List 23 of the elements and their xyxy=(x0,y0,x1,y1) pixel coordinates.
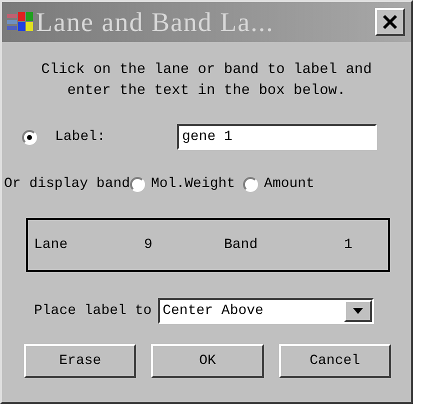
window-title: Lane and Band La... xyxy=(36,6,275,38)
label-radio[interactable] xyxy=(22,130,37,144)
dialog-button[interactable]: Erase xyxy=(24,344,136,378)
option-label: Mol.Weight xyxy=(151,176,236,192)
dropdown-arrow-button[interactable] xyxy=(344,300,372,322)
label-option-text: Label: xyxy=(55,129,106,145)
label-input-field[interactable]: gene 1 xyxy=(177,124,377,150)
placement-dropdown[interactable]: Center Above xyxy=(158,298,374,324)
info-text: 9 xyxy=(144,237,154,253)
dialog-button[interactable]: Cancel xyxy=(278,344,391,378)
option-label: Amount xyxy=(264,176,314,192)
place-label-text: Place label to xyxy=(34,303,152,319)
option-radio[interactable] xyxy=(130,176,146,192)
close-button[interactable] xyxy=(375,8,405,36)
info-text: 1 xyxy=(344,237,354,253)
dialog-button[interactable]: OK xyxy=(151,344,264,378)
info-text: Lane xyxy=(34,237,69,253)
caret-icon xyxy=(352,308,363,314)
display-band-text: Or display band xyxy=(4,176,130,192)
option-radio[interactable] xyxy=(243,176,258,192)
close-icon xyxy=(382,14,398,30)
info-text: Band xyxy=(224,237,259,253)
instruction-text: Click on the lane or band to label and enter the text in the box below. xyxy=(40,61,373,101)
